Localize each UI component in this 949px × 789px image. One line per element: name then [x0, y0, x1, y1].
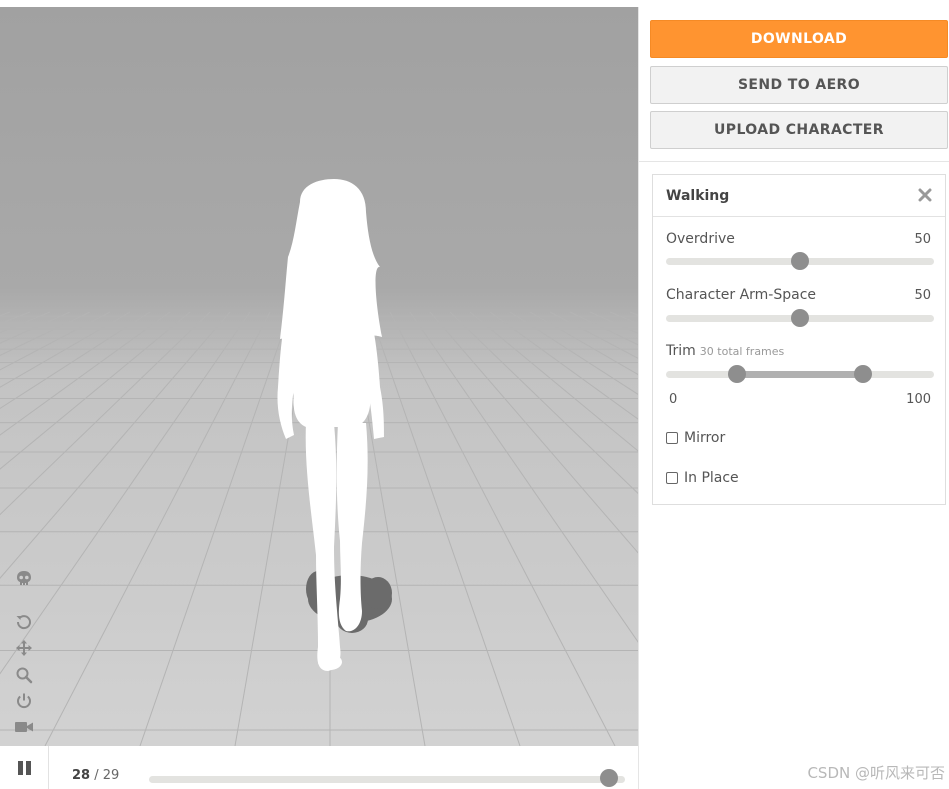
- mirror-label: Mirror: [684, 430, 726, 446]
- playback-bar: 28 / 29: [0, 746, 638, 789]
- overdrive-label: Overdrive: [666, 231, 735, 247]
- trim-sublabel: 30 total frames: [699, 345, 785, 358]
- total-frames: 29: [102, 768, 120, 783]
- download-button[interactable]: DOWNLOAD: [650, 20, 948, 58]
- animation-settings-card: Walking Overdrive 50 Character Arm-Space…: [652, 174, 946, 505]
- in-place-label: In Place: [684, 470, 739, 486]
- arm-space-slider[interactable]: [666, 309, 934, 327]
- trim-slider[interactable]: [666, 365, 934, 383]
- trim-start-thumb[interactable]: [728, 365, 747, 383]
- overdrive-slider-thumb[interactable]: [791, 252, 809, 270]
- upload-character-button[interactable]: UPLOAD CHARACTER: [650, 111, 948, 149]
- panel-divider: [639, 161, 949, 162]
- power-icon[interactable]: [12, 689, 36, 713]
- send-to-aero-button[interactable]: SEND TO AERO: [650, 66, 948, 104]
- timeline-track[interactable]: [149, 776, 625, 783]
- pause-button[interactable]: [0, 746, 49, 789]
- overdrive-value: 50: [914, 232, 931, 247]
- trim-label: Trim 30 total frames: [666, 343, 784, 359]
- trim-max-label: 100: [906, 392, 931, 407]
- frame-separator: /: [90, 768, 103, 783]
- animation-title: Walking: [666, 188, 730, 204]
- in-place-checkbox[interactable]: [666, 472, 678, 484]
- trim-end-thumb[interactable]: [853, 365, 872, 383]
- scene-canvas: [0, 7, 638, 746]
- watermark: CSDN @听风来可否: [807, 764, 945, 782]
- arm-space-slider-thumb[interactable]: [791, 309, 809, 327]
- trim-min-label: 0: [669, 392, 678, 407]
- mirror-option[interactable]: Mirror: [666, 430, 725, 446]
- skeleton-icon[interactable]: [12, 567, 36, 591]
- current-frame: 28: [72, 768, 91, 783]
- arm-space-value: 50: [914, 288, 931, 303]
- trim-label-text: Trim: [666, 343, 696, 359]
- pause-icon: [17, 760, 23, 775]
- zoom-icon[interactable]: [12, 663, 36, 687]
- trim-range-fill: [737, 371, 863, 378]
- 3d-viewport[interactable]: [0, 7, 638, 746]
- camera-icon[interactable]: [12, 715, 36, 739]
- in-place-option[interactable]: In Place: [666, 470, 739, 486]
- reset-icon[interactable]: [12, 610, 36, 634]
- frame-counter: 28 / 29: [72, 768, 119, 783]
- move-icon[interactable]: [12, 636, 36, 660]
- timeline-thumb[interactable]: [599, 769, 618, 787]
- right-panel: DOWNLOAD SEND TO AERO UPLOAD CHARACTER W…: [638, 7, 949, 789]
- close-icon[interactable]: [915, 185, 935, 205]
- overdrive-slider[interactable]: [666, 252, 934, 270]
- character-foot: [318, 654, 342, 670]
- card-header: Walking: [653, 175, 945, 217]
- arm-space-label: Character Arm-Space: [666, 287, 817, 303]
- mirror-checkbox[interactable]: [666, 432, 678, 444]
